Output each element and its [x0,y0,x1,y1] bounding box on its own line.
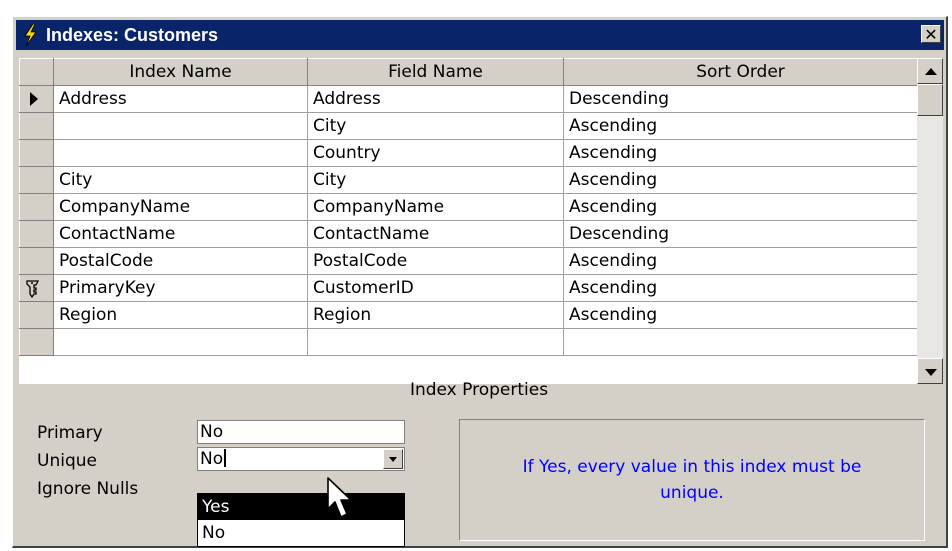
cell-sort-order[interactable]: Descending [563,220,917,248]
mouse-pointer-icon [327,477,352,518]
unique-field[interactable]: No [197,447,405,471]
cell-index-name[interactable]: PrimaryKey [53,274,308,302]
column-header-field-name[interactable]: Field Name [307,58,564,86]
table-row[interactable]: PostalCode PostalCode Ascending [19,247,917,275]
cell-field-name[interactable]: PostalCode [307,247,564,275]
dropdown-option-yes[interactable]: Yes [198,494,404,520]
cell-field-name[interactable]: CustomerID [307,274,564,302]
current-row-arrow-icon [30,92,38,106]
indexes-grid: Index Name Field Name Sort Order Address… [19,58,917,384]
primary-field[interactable]: No [197,420,405,444]
cell-sort-order[interactable]: Ascending [563,193,917,221]
cell-index-name[interactable]: ContactName [53,220,308,248]
scroll-thumb[interactable] [917,84,943,116]
help-text: If Yes, every value in this index must b… [522,457,862,503]
cell-index-name[interactable]: CompanyName [53,193,308,221]
cell-index-name[interactable]: Address [53,85,308,113]
close-icon: ✕ [924,25,938,44]
cell-index-name[interactable]: Region [53,301,308,329]
row-selector-header[interactable] [19,58,54,86]
cell-sort-order[interactable]: Ascending [563,274,917,302]
arrow-up-icon [925,68,937,75]
table-row[interactable]: CompanyName CompanyName Ascending [19,193,917,221]
cell-index-name[interactable] [53,328,308,356]
cell-index-name[interactable] [53,139,308,167]
table-row[interactable]: City City Ascending [19,166,917,194]
row-selector[interactable] [19,247,54,275]
cell-sort-order[interactable]: Ascending [563,301,917,329]
dropdown-option-no[interactable]: No [198,520,404,546]
cell-field-name[interactable]: Country [307,139,564,167]
ignore-nulls-label: Ignore Nulls [37,479,139,499]
row-selector[interactable] [19,193,54,221]
table-row[interactable]: Address Address Descending [19,85,917,113]
primary-key-icon [26,280,40,299]
table-row[interactable]: Region Region Ascending [19,301,917,329]
table-row[interactable]: City Ascending [19,112,917,140]
primary-value: No [200,422,224,442]
table-row[interactable] [19,328,917,356]
unique-label: Unique [37,451,97,471]
row-selector[interactable] [19,328,54,356]
scroll-up-button[interactable] [917,58,943,84]
text-caret [224,449,227,467]
help-panel: If Yes, every value in this index must b… [459,419,925,541]
primary-label: Primary [37,423,103,443]
close-button[interactable]: ✕ [921,25,941,43]
row-selector[interactable] [19,112,54,140]
column-header-sort-order[interactable]: Sort Order [563,58,917,86]
cell-sort-order[interactable]: Ascending [563,247,917,275]
row-selector[interactable] [19,220,54,248]
row-selector[interactable] [19,274,54,302]
row-selector[interactable] [19,85,54,113]
title-bar[interactable]: Indexes: Customers ✕ [16,20,944,50]
cell-field-name[interactable]: CompanyName [307,193,564,221]
cell-sort-order[interactable]: Ascending [563,112,917,140]
cell-sort-order[interactable]: Ascending [563,166,917,194]
cell-sort-order[interactable] [563,328,917,356]
cell-field-name[interactable]: Address [307,85,564,113]
arrow-down-icon [925,369,937,376]
vertical-scrollbar[interactable] [917,58,943,384]
unique-value: No [200,449,224,469]
unique-dropdown-list: Yes No [197,493,405,547]
index-properties-header: Index Properties [409,380,549,400]
window-title: Indexes: Customers [46,25,219,45]
unique-dropdown-button[interactable] [383,449,403,469]
row-selector[interactable] [19,139,54,167]
lightning-bolt-icon [24,24,37,46]
cell-index-name[interactable]: City [53,166,308,194]
cell-sort-order[interactable]: Ascending [563,139,917,167]
row-selector[interactable] [19,301,54,329]
cell-index-name[interactable] [53,112,308,140]
table-row[interactable]: Country Ascending [19,139,917,167]
indexes-window: Indexes: Customers ✕ Index Name Field Na… [12,16,948,548]
column-header-index-name[interactable]: Index Name [53,58,308,86]
cell-field-name[interactable] [307,328,564,356]
cell-index-name[interactable]: PostalCode [53,247,308,275]
row-selector[interactable] [19,166,54,194]
grid-header-row: Index Name Field Name Sort Order [19,58,917,86]
table-row[interactable]: ContactName ContactName Descending [19,220,917,248]
table-row[interactable]: PrimaryKey CustomerID Ascending [19,274,917,302]
chevron-down-icon [389,457,397,462]
cell-sort-order[interactable]: Descending [563,85,917,113]
cell-field-name[interactable]: Region [307,301,564,329]
cell-field-name[interactable]: City [307,112,564,140]
cell-field-name[interactable]: ContactName [307,220,564,248]
cell-field-name[interactable]: City [307,166,564,194]
